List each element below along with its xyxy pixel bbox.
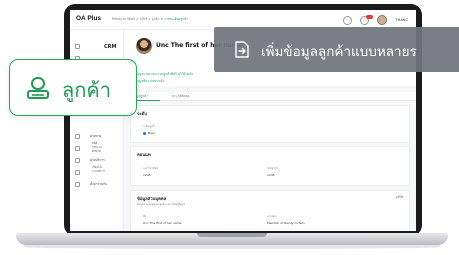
calendar-icon[interactable] bbox=[75, 170, 80, 175]
feature-banner: เพิ่มข้อมูลลูกค้าแบบหลายร bbox=[214, 27, 459, 72]
settings-icon[interactable] bbox=[75, 182, 80, 187]
profile-link-1[interactable]: ข้อมูลรายงานจะรวมลูกค้าที่สร้างไว้ด้วยกั… bbox=[130, 72, 193, 77]
first-name-label: ชื่อ bbox=[143, 215, 147, 218]
customer-menu-callout[interactable]: ลูกค้า bbox=[9, 59, 137, 116]
contact-card: คอนแท เบอร์โทรศัพท์ 1245 รหัสลูกค้า 1245 bbox=[130, 146, 410, 186]
customer-menu-label: ลูกค้า bbox=[62, 78, 111, 102]
status-card: ระดับ ระดับลูกค้า Blue bbox=[130, 105, 410, 143]
sidebar-item-services[interactable]: งานบริการ bbox=[92, 169, 105, 173]
status-dot-icon bbox=[143, 131, 146, 135]
laptop-shadow bbox=[24, 245, 440, 249]
file-import-icon bbox=[235, 41, 249, 58]
tab-bar: ข้อมูลลูกค้า ประวัติติดต่อ bbox=[124, 92, 416, 101]
chart-icon[interactable] bbox=[75, 146, 80, 151]
customer-icon bbox=[27, 77, 49, 99]
sidebar-group-settings[interactable]: ตั้งค่าร่วมกัน bbox=[90, 182, 107, 187]
customer-code-value[interactable]: 1245 bbox=[267, 173, 275, 177]
sidebar-title: CRM bbox=[104, 44, 117, 50]
edit-button[interactable]: แก้ไข bbox=[396, 195, 403, 200]
promo-stage: OA Plus Ready to Work > CRM > ลูกค้า > ร… bbox=[0, 0, 459, 255]
notification-badge bbox=[366, 14, 374, 19]
profile-link-2-text: ข้อมูลที่ตรวจสอบแล้ว bbox=[135, 79, 165, 83]
personal-info-card: ข้อมูลส่วนบุคคล ข้อมูลส่วนบุคคลของลูกค้า… bbox=[130, 190, 410, 231]
user-name[interactable]: THANC bbox=[395, 18, 408, 22]
customer-avatar bbox=[136, 38, 152, 54]
breadcrumb-current: รายละเอียดลูกค้า bbox=[164, 17, 189, 21]
topbar-actions: THANC bbox=[343, 14, 408, 25]
breadcrumb-path[interactable]: Ready to Work > CRM > ลูกค้า > bbox=[112, 17, 163, 21]
tab-contact-history[interactable]: ประวัติติดต่อ bbox=[172, 94, 189, 99]
status-label: ระดับลูกค้า bbox=[143, 125, 156, 128]
phone-label: เบอร์โทรศัพท์ bbox=[143, 167, 159, 170]
notification-bell-icon[interactable] bbox=[360, 14, 374, 25]
sidebar-item-deals[interactable]: ดีลขาย bbox=[92, 149, 101, 153]
status-value-text: Blue bbox=[148, 131, 155, 135]
profile-link-1-text: ข้อมูลรายงานจะรวมลูกค้าที่สร้างไว้ด้วยกั… bbox=[135, 72, 194, 76]
status-value: Blue bbox=[143, 131, 155, 135]
personal-card-subtitle: ข้อมูลส่วนบุคคลของลูกค้าและบริษัทผู้ติดต… bbox=[137, 203, 186, 206]
banner-title: เพิ่มข้อมูลลูกค้าแบบหลายร bbox=[261, 44, 417, 60]
last-name-value[interactable]: Member of Randy m/Tam bbox=[267, 221, 305, 225]
personal-card-title: ข้อมูลส่วนบุคคล bbox=[137, 196, 167, 201]
contact-card-title: คอนแท bbox=[137, 152, 151, 157]
help-icon[interactable] bbox=[343, 15, 353, 25]
last-name-label: นามสกุล bbox=[267, 215, 277, 218]
status-card-title: ระดับ bbox=[137, 111, 147, 116]
phone-value[interactable]: 1245 bbox=[143, 173, 151, 177]
user-avatar[interactable] bbox=[377, 15, 388, 25]
app-logo[interactable]: OA Plus bbox=[76, 15, 101, 22]
customer-code-label: รหัสลูกค้า bbox=[267, 167, 279, 170]
sidebar-group-service[interactable]: ฝ่ายบริการ bbox=[90, 158, 105, 163]
sales-icon[interactable] bbox=[75, 134, 80, 139]
sidebar-group-sales[interactable]: ฝ่ายขาย bbox=[90, 134, 101, 139]
first-name-value[interactable]: Unc The first of her name bbox=[143, 221, 181, 225]
laptop-notch bbox=[197, 233, 267, 237]
service-icon[interactable] bbox=[75, 158, 80, 163]
breadcrumb: Ready to Work > CRM > ลูกค้า > รายละเอีย… bbox=[112, 17, 188, 22]
home-icon[interactable] bbox=[75, 44, 80, 49]
